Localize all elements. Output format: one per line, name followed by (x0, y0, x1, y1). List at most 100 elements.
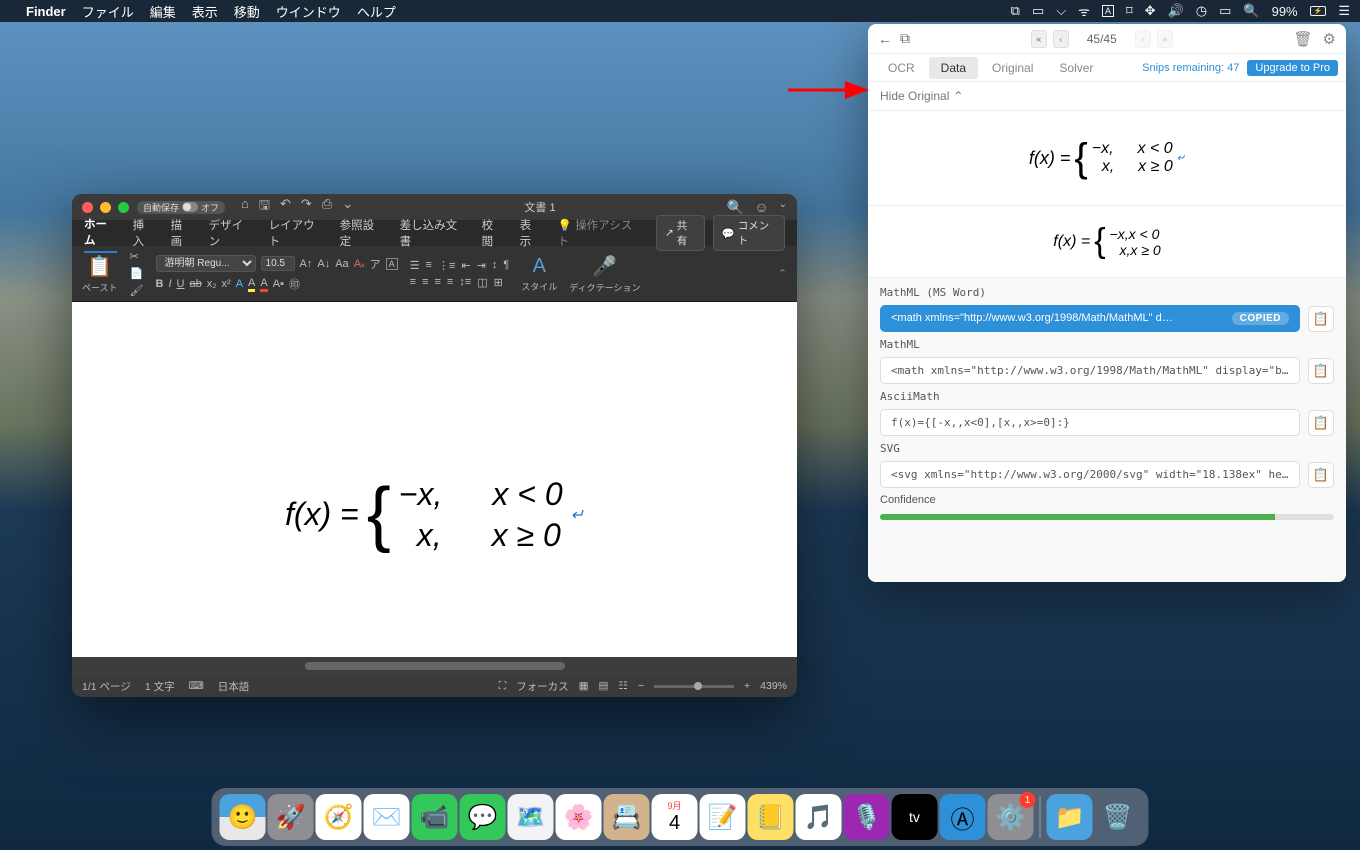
share-button[interactable]: ↗ 共有 (656, 215, 705, 251)
highlight-icon[interactable]: A (248, 277, 255, 292)
styles-button[interactable]: Aスタイル (521, 255, 557, 293)
bullet-list-icon[interactable]: ☰ (410, 259, 420, 272)
chevron-icon[interactable]: ⌄ (779, 199, 787, 216)
screenshot-icon[interactable]: ⧉ (1011, 3, 1020, 19)
control-center-icon[interactable]: ☰ (1338, 3, 1350, 19)
tab-home[interactable]: ホーム (84, 213, 117, 253)
shrink-font-icon[interactable]: A↓ (317, 258, 330, 270)
tab-design[interactable]: デザイン (209, 214, 253, 252)
language[interactable]: 日本語 (218, 679, 250, 694)
indent-icon[interactable]: ⇥ (477, 259, 486, 272)
prev-page-icon[interactable]: ‹ (1053, 30, 1069, 48)
multilevel-icon[interactable]: ⋮≡ (438, 259, 455, 272)
mathml-output[interactable]: <math xmlns="http://www.w3.org/1998/Math… (880, 357, 1300, 384)
tab-references[interactable]: 参照設定 (340, 214, 384, 252)
focus-icon[interactable]: ⛶ (499, 680, 506, 693)
capture-icon[interactable]: ⧉ (900, 30, 910, 47)
equation-object[interactable]: f(x) = { −x,x < 0 x,x ≥ 0 ↵ (285, 372, 584, 657)
copy-icon[interactable]: 📋 (1308, 358, 1334, 384)
delete-icon[interactable]: 🗑 (1294, 30, 1313, 48)
dock-launchpad[interactable]: 🚀 (268, 794, 314, 840)
spotlight-icon[interactable]: 🔍 (1243, 3, 1259, 19)
ascii-output[interactable]: f(x)={[-x,,x<0],[x,,x>=0]:} (880, 409, 1300, 436)
comments-button[interactable]: 💬 コメント (713, 215, 785, 251)
change-case-icon[interactable]: Aa (335, 258, 348, 270)
border-icon[interactable]: A (386, 258, 398, 270)
menu-edit[interactable]: 編集 (150, 2, 176, 21)
borders-icon[interactable]: ⊞ (494, 276, 503, 289)
input-icon[interactable]: A (1102, 5, 1114, 17)
dock-messages[interactable]: 💬 (460, 794, 506, 840)
zoom-in-icon[interactable]: + (744, 680, 750, 692)
dock-appstore[interactable]: Ⓐ (940, 794, 986, 840)
ribbon-collapse-icon[interactable]: ⌃ (778, 267, 787, 280)
align-right-icon[interactable]: ≡ (435, 276, 441, 289)
menu-file[interactable]: ファイル (82, 2, 134, 21)
shading2-icon[interactable]: ◫ (477, 276, 487, 289)
next-page-icon[interactable]: › (1135, 30, 1151, 48)
tab-review[interactable]: 校閲 (482, 214, 504, 252)
mathml-word-output[interactable]: <math xmlns="http://www.w3.org/1998/Math… (880, 305, 1300, 332)
document-canvas[interactable]: f(x) = { −x,x < 0 x,x ≥ 0 ↵ (72, 302, 797, 657)
dock-photos[interactable]: 🌸 (556, 794, 602, 840)
zoom-slider[interactable] (654, 685, 734, 688)
settings-icon[interactable]: ⚙ (1323, 30, 1336, 48)
menu-view[interactable]: 表示 (192, 2, 218, 21)
tell-me[interactable]: 💡 操作アシスト (558, 214, 640, 252)
shading-icon[interactable]: A▪ (273, 278, 284, 290)
zoom-out-icon[interactable]: − (638, 680, 644, 692)
grow-font-icon[interactable]: A↑ (300, 258, 313, 270)
paste-button[interactable]: 📋ペースト (82, 254, 118, 294)
tab-draw[interactable]: 描画 (171, 214, 193, 252)
copy-icon[interactable]: 📄 (130, 267, 144, 280)
dock-facetime[interactable]: 📹 (412, 794, 458, 840)
dock-maps[interactable]: 🗺️ (508, 794, 554, 840)
dock-tv[interactable]: tv (892, 794, 938, 840)
screencast-icon[interactable]: ▭ (1032, 3, 1044, 19)
view-print-icon[interactable]: ▦ (579, 680, 589, 692)
clear-format-icon[interactable]: Aₓ (354, 258, 365, 270)
volume-icon[interactable]: 🔊 (1168, 3, 1184, 19)
page-count[interactable]: 1/1 ページ (82, 679, 131, 694)
tab-ocr[interactable]: OCR (876, 57, 927, 79)
search-icon[interactable]: 🔍 (727, 199, 744, 216)
zoom-value[interactable]: 439% (760, 680, 787, 692)
dock-contacts[interactable]: 📇 (604, 794, 650, 840)
text-effect-icon[interactable]: A (236, 278, 243, 290)
mathpix-tray-icon[interactable]: ⌑ (1126, 3, 1133, 19)
move-icon[interactable]: ✥ (1145, 3, 1156, 19)
line-spacing-icon[interactable]: ↕≡ (459, 276, 471, 289)
underline-icon[interactable]: U (177, 278, 185, 290)
autosave-toggle[interactable]: 自動保存 オフ (137, 201, 225, 214)
display-icon[interactable]: ▭ (1219, 3, 1231, 19)
first-page-icon[interactable]: « (1031, 30, 1047, 48)
last-page-icon[interactable]: » (1157, 30, 1173, 48)
word-count[interactable]: 1 文字 (145, 679, 175, 694)
view-outline-icon[interactable]: ☷ (618, 680, 627, 692)
subscript-icon[interactable]: x₂ (207, 278, 217, 290)
phonetic-icon[interactable]: ア (370, 256, 381, 272)
svg-output[interactable]: <svg xmlns="http://www.w3.org/2000/svg" … (880, 461, 1300, 488)
wifi-icon[interactable]: ⌵ (1056, 3, 1066, 19)
hide-original-toggle[interactable]: Hide Original⌃ (868, 82, 1346, 111)
dock-notes[interactable]: 📒 (748, 794, 794, 840)
tab-view[interactable]: 表示 (520, 214, 542, 252)
menu-go[interactable]: 移動 (234, 2, 260, 21)
bold-icon[interactable]: B (156, 278, 164, 290)
show-marks-icon[interactable]: ¶ (503, 259, 509, 272)
sort-icon[interactable]: ↕ (492, 259, 498, 272)
clock-icon[interactable]: ◷ (1196, 3, 1207, 19)
tab-data[interactable]: Data (929, 57, 978, 79)
enclose-icon[interactable]: ㊞ (289, 276, 300, 292)
superscript-icon[interactable]: x² (222, 278, 231, 290)
format-painter-icon[interactable]: 🖌 (130, 284, 144, 297)
justify-icon[interactable]: ≡ (447, 276, 453, 289)
dock-trash[interactable]: 🗑️ (1095, 794, 1141, 840)
menubar-app[interactable]: Finder (26, 4, 66, 19)
battery-icon[interactable]: ⚡ (1310, 6, 1327, 16)
menu-window[interactable]: ウインドウ (276, 2, 341, 21)
tab-mailings[interactable]: 差し込み文書 (400, 214, 466, 252)
copy-icon[interactable]: 📋 (1308, 462, 1334, 488)
dock-calendar[interactable]: 9月4 (652, 794, 698, 840)
copy-icon[interactable]: 📋 (1308, 306, 1334, 332)
